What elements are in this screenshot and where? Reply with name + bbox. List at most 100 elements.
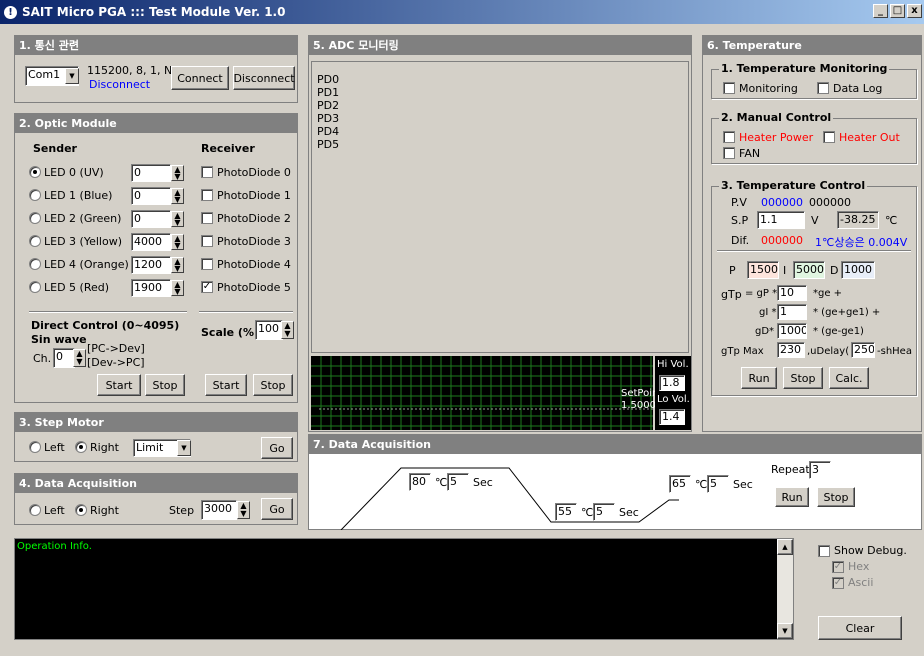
led-3-input[interactable]: 4000 (131, 233, 171, 251)
photodiode-5-checkbox[interactable]: ✓ (201, 281, 213, 293)
pv-label: P.V (731, 196, 747, 209)
step3-time-input[interactable]: 5 (707, 475, 729, 493)
photodiode-4-checkbox[interactable] (201, 258, 213, 270)
led-0-input[interactable]: 0 (131, 164, 171, 182)
gp-label: = gP * (745, 288, 778, 299)
gd-input[interactable]: 1000 (777, 323, 807, 339)
led-4-input[interactable]: 1200 (131, 256, 171, 274)
led-5-radio[interactable] (29, 281, 41, 293)
right-radio[interactable] (75, 504, 87, 516)
photodiode-2-checkbox[interactable] (201, 212, 213, 224)
step3-temp-input[interactable]: 65 (669, 475, 691, 493)
maximize-button[interactable]: □ (890, 4, 905, 18)
d-input[interactable]: 1000 (841, 261, 875, 279)
led-2-radio[interactable] (29, 212, 41, 224)
hi-vol-input[interactable]: 1.8 (659, 375, 685, 391)
left-radio[interactable] (29, 504, 41, 516)
led-3-radio[interactable] (29, 235, 41, 247)
led-5-spinner[interactable]: ▲ ▼ (171, 280, 184, 296)
step1-time-input[interactable]: 5 (447, 473, 469, 491)
led-1-input[interactable]: 0 (131, 187, 171, 205)
sp-input[interactable]: 1.1 (757, 211, 805, 229)
ch-input[interactable]: 0 (53, 348, 75, 368)
scroll-down-icon[interactable]: ▼ (777, 623, 793, 639)
led-2-input[interactable]: 0 (131, 210, 171, 228)
connect-button[interactable]: Connect (171, 66, 229, 90)
sec-label: Sec (619, 506, 639, 519)
left-label: Left (44, 504, 65, 517)
led-0-spinner[interactable]: ▲ ▼ (171, 165, 184, 181)
gp-input[interactable]: 10 (777, 285, 807, 301)
direct-control-label: Direct Control (0~4095) (31, 319, 180, 332)
photodiode-3-label: PhotoDiode 3 (217, 235, 291, 248)
gtp-label: gTp (721, 288, 742, 301)
show-debug-checkbox[interactable] (818, 545, 830, 557)
udelay-input[interactable]: 250 (851, 342, 875, 358)
led-0-radio[interactable] (29, 166, 41, 178)
lo-vol-input[interactable]: 1.4 (659, 409, 685, 425)
daq-run-button[interactable]: Run (775, 487, 809, 507)
daq-go-button[interactable]: Go (261, 498, 293, 520)
chevron-down-icon[interactable]: ▼ (65, 68, 79, 84)
receiver-stop-button[interactable]: Stop (253, 374, 293, 396)
led-5-input[interactable]: 1900 (131, 279, 171, 297)
led-1-label: LED 1 (Blue) (44, 189, 113, 202)
step-spinner[interactable]: ▲ ▼ (237, 501, 250, 519)
datalog-checkbox[interactable] (817, 82, 829, 94)
optic-start-button[interactable]: Start (97, 374, 141, 396)
ch-label: Ch. (33, 352, 52, 365)
heater-out-label: Heater Out (839, 131, 900, 144)
fan-checkbox[interactable] (723, 147, 735, 159)
disconnect-button[interactable]: Disconnect (233, 66, 295, 90)
photodiode-3-checkbox[interactable] (201, 235, 213, 247)
gi-label: gI * (759, 307, 777, 318)
monitoring-checkbox[interactable] (723, 82, 735, 94)
step2-time-input[interactable]: 5 (593, 503, 615, 521)
p-input[interactable]: 1500 (747, 261, 779, 279)
scale-input[interactable]: 100 (255, 320, 283, 340)
gi-input[interactable]: 1 (777, 304, 807, 320)
led-2-spinner[interactable]: ▲ ▼ (171, 211, 184, 227)
sp-temp: -38.25 (837, 211, 879, 229)
ch-spinner[interactable]: ▲ ▼ (73, 349, 86, 367)
optic-panel: 2. Optic Module Sender Receiver LED 0 (U… (14, 113, 298, 403)
repeat-input[interactable]: 3 (809, 461, 831, 479)
clear-button[interactable]: Clear (818, 616, 902, 640)
heater-out-checkbox[interactable] (823, 131, 835, 143)
max-input[interactable]: 230 (777, 342, 805, 358)
step-motor-panel: 3. Step Motor Left Right Limit ▼ Go (14, 412, 298, 462)
pc-dev-label: [PC->Dev] (87, 342, 145, 355)
led-1-radio[interactable] (29, 189, 41, 201)
scale-spinner[interactable]: ▲ ▼ (281, 321, 294, 339)
led-4-radio[interactable] (29, 258, 41, 270)
right-radio[interactable] (75, 441, 87, 453)
step1-temp-input[interactable]: 80 (409, 473, 431, 491)
led-3-spinner[interactable]: ▲ ▼ (171, 234, 184, 250)
left-radio[interactable] (29, 441, 41, 453)
daq-stop-button[interactable]: Stop (817, 487, 855, 507)
heater-power-checkbox[interactable] (723, 131, 735, 143)
hex-checkbox[interactable]: ✓ (832, 561, 844, 573)
close-button[interactable]: x (907, 4, 922, 18)
i-input[interactable]: 5000 (793, 261, 825, 279)
log-scrollbar[interactable]: ▲ ▼ (777, 539, 793, 639)
scroll-up-icon[interactable]: ▲ (777, 539, 793, 555)
receiver-start-button[interactable]: Start (205, 374, 247, 396)
chevron-down-icon[interactable]: ▼ (177, 440, 191, 456)
led-1-spinner[interactable]: ▲ ▼ (171, 188, 184, 204)
sender-label: Sender (33, 142, 77, 155)
temp-stop-button[interactable]: Stop (783, 367, 823, 389)
led-4-spinner[interactable]: ▲ ▼ (171, 257, 184, 273)
photodiode-0-checkbox[interactable] (201, 166, 213, 178)
operation-log[interactable]: Operation Info. ▲ ▼ (14, 538, 794, 640)
temp-run-button[interactable]: Run (741, 367, 777, 389)
step-input[interactable]: 3000 (201, 500, 237, 520)
temp-calc-button[interactable]: Calc. (829, 367, 869, 389)
step2-temp-input[interactable]: 55 (555, 503, 577, 521)
step-go-button[interactable]: Go (261, 437, 293, 459)
sin-wave-label: Sin wave (31, 333, 87, 346)
optic-stop-button[interactable]: Stop (145, 374, 185, 396)
ascii-checkbox[interactable]: ✓ (832, 577, 844, 589)
photodiode-1-checkbox[interactable] (201, 189, 213, 201)
minimize-button[interactable]: _ (873, 4, 888, 18)
